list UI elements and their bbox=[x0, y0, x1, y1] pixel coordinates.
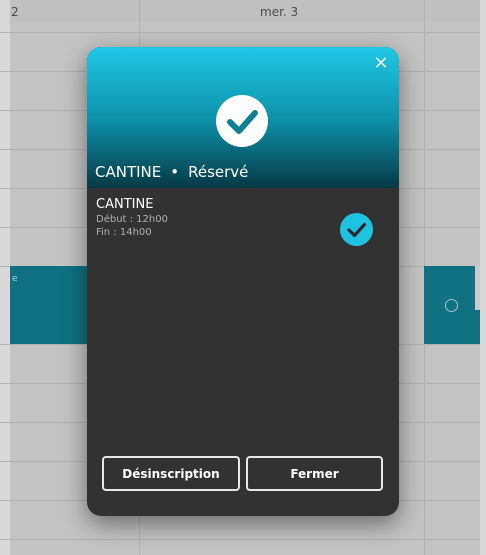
header-separator: • bbox=[170, 163, 180, 181]
reservation-modal: × CANTINE • Réservé CANTINE Début : 12h00 … bbox=[87, 47, 399, 516]
modal-header: × CANTINE • Réservé bbox=[87, 47, 399, 188]
reservation-title: CANTINE bbox=[96, 197, 154, 212]
close-button[interactable]: Fermer bbox=[246, 456, 383, 491]
check-circle-icon bbox=[216, 95, 268, 147]
header-status: Réservé bbox=[188, 163, 249, 181]
reservation-start: Début : 12h00 bbox=[96, 214, 168, 225]
header-activity-title: CANTINE bbox=[95, 163, 162, 181]
modal-header-line: CANTINE • Réservé bbox=[95, 163, 248, 181]
reservation-check-icon[interactable] bbox=[340, 213, 373, 246]
close-icon[interactable]: × bbox=[371, 53, 391, 73]
unsubscribe-button[interactable]: Désinscription bbox=[102, 456, 240, 491]
reservation-end: Fin : 14h00 bbox=[96, 227, 152, 238]
